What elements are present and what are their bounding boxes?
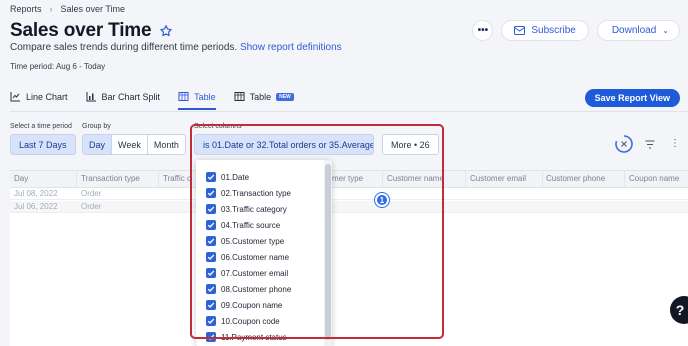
- tab-table[interactable]: Table: [178, 91, 216, 110]
- column-divider: [465, 171, 466, 188]
- column-header[interactable]: Day: [14, 174, 28, 183]
- subscribe-label: Subscribe: [531, 25, 576, 36]
- tab-table-new[interactable]: Table NEW: [234, 91, 294, 110]
- table-icon: [234, 92, 245, 101]
- column-header[interactable]: Coupon name: [629, 174, 679, 183]
- line-chart-icon: [10, 92, 20, 102]
- breadcrumb-reports-link[interactable]: Reports: [10, 4, 42, 14]
- table-cell: Jul 06, 2022: [14, 202, 58, 211]
- column-header[interactable]: Customer phone: [546, 174, 605, 183]
- tab-bar-chart-split[interactable]: Bar Chart Split: [86, 91, 161, 110]
- column-divider: [624, 171, 625, 188]
- save-report-view-button[interactable]: Save Report View: [584, 89, 680, 107]
- tab-label: Line Chart: [26, 91, 68, 102]
- table-icon: [178, 92, 189, 101]
- time-period-select[interactable]: Last 7 Days: [10, 134, 76, 155]
- title-row: Sales over Time: [10, 20, 173, 42]
- table-cell: Order: [81, 189, 102, 198]
- tab-label: Table: [249, 91, 272, 102]
- ellipsis-icon: •••: [477, 25, 489, 36]
- step-marker: 1: [375, 193, 389, 207]
- page-title: Sales over Time: [10, 20, 152, 41]
- download-label: Download: [611, 25, 657, 36]
- column-header[interactable]: Traffic c: [163, 174, 191, 183]
- column-header[interactable]: Transaction type: [81, 174, 140, 183]
- page-subtitle: Compare sales trends during different ti…: [10, 42, 342, 53]
- group-by-toggle: Day Week Month: [82, 134, 186, 155]
- more-actions-button[interactable]: •••: [472, 20, 494, 41]
- group-by-day[interactable]: Day: [83, 135, 113, 154]
- new-badge: NEW: [276, 92, 294, 101]
- download-button[interactable]: Download ⌄: [596, 20, 680, 41]
- star-icon[interactable]: [159, 24, 173, 38]
- group-by-month[interactable]: Month: [148, 135, 185, 154]
- view-tabs: Line Chart Bar Chart Split Table Table N…: [10, 91, 294, 110]
- envelope-icon: [514, 26, 526, 35]
- bar-chart-icon: [86, 92, 96, 102]
- subscribe-button[interactable]: Subscribe: [501, 20, 589, 41]
- breadcrumb: Reports › Sales over Time: [10, 4, 125, 14]
- header-actions: ••• Subscribe Download ⌄: [472, 20, 680, 41]
- group-by-week[interactable]: Week: [112, 135, 148, 154]
- column-header[interactable]: Customer email: [470, 174, 526, 183]
- group-by-label: Group by: [82, 123, 111, 130]
- chevron-right-icon: ›: [49, 4, 53, 14]
- highlight-box: [190, 124, 444, 339]
- column-divider: [158, 171, 159, 188]
- tabs-divider: [10, 111, 688, 112]
- show-definitions-link[interactable]: Show report definitions: [240, 42, 342, 53]
- tab-line-chart[interactable]: Line Chart: [10, 91, 68, 110]
- column-divider: [542, 171, 543, 188]
- time-period-text: Time period: Aug 6 - Today: [10, 62, 106, 71]
- subtitle-text: Compare sales trends during different ti…: [10, 42, 238, 53]
- kebab-menu-icon[interactable]: ⋮: [670, 138, 680, 149]
- loading-spinner-icon: [615, 135, 633, 153]
- breadcrumb-current: Sales over Time: [60, 4, 126, 14]
- table-cell: Jul 08, 2022: [14, 189, 58, 198]
- tab-label: Bar Chart Split: [101, 91, 161, 102]
- table-cell: Order: [81, 202, 102, 211]
- time-period-label: Select a time period: [10, 123, 72, 130]
- tab-label: Table: [194, 91, 216, 102]
- chevron-down-icon: ⌄: [662, 26, 669, 35]
- filter-icon[interactable]: [645, 140, 655, 149]
- column-divider: [76, 171, 77, 188]
